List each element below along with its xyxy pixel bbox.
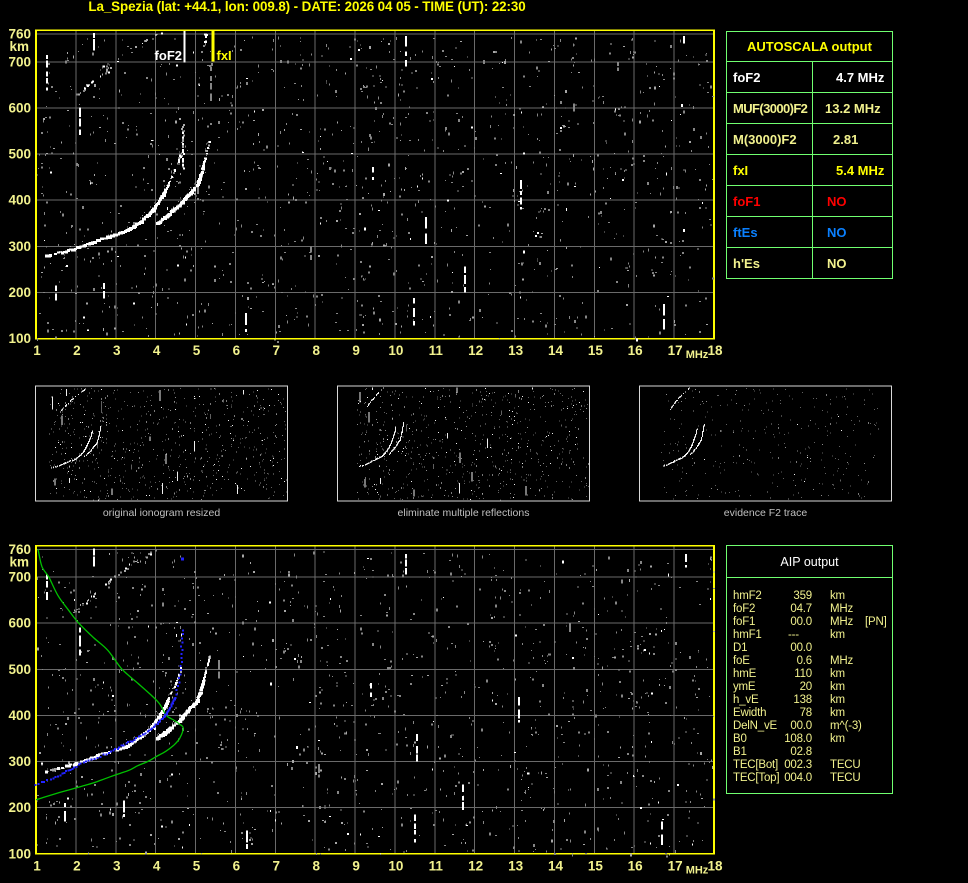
svg-text:7: 7 bbox=[273, 343, 281, 358]
svg-text:400: 400 bbox=[8, 708, 31, 723]
svg-text:11: 11 bbox=[429, 858, 444, 873]
svg-text:700: 700 bbox=[8, 54, 31, 69]
svg-text:13: 13 bbox=[508, 858, 524, 873]
svg-text:14: 14 bbox=[548, 858, 564, 873]
svg-text:100: 100 bbox=[8, 331, 31, 346]
svg-text:2: 2 bbox=[73, 343, 81, 358]
svg-text:12: 12 bbox=[468, 343, 483, 358]
svg-text:12: 12 bbox=[468, 858, 483, 873]
svg-text:2: 2 bbox=[73, 858, 81, 873]
svg-text:5: 5 bbox=[193, 343, 201, 358]
svg-text:15: 15 bbox=[588, 343, 604, 358]
svg-text:km: km bbox=[9, 39, 29, 54]
svg-text:13: 13 bbox=[508, 343, 524, 358]
svg-text:500: 500 bbox=[8, 147, 31, 162]
svg-text:17: 17 bbox=[668, 858, 683, 873]
svg-text:200: 200 bbox=[8, 800, 31, 815]
svg-text:11: 11 bbox=[429, 343, 444, 358]
svg-text:16: 16 bbox=[628, 343, 644, 358]
svg-text:4: 4 bbox=[153, 343, 161, 358]
svg-text:18: 18 bbox=[707, 858, 723, 873]
svg-text:6: 6 bbox=[233, 343, 241, 358]
svg-text:18: 18 bbox=[707, 343, 723, 358]
svg-text:6: 6 bbox=[233, 858, 241, 873]
svg-text:9: 9 bbox=[352, 858, 360, 873]
svg-text:7: 7 bbox=[273, 858, 281, 873]
svg-text:700: 700 bbox=[8, 570, 31, 585]
svg-text:15: 15 bbox=[588, 858, 604, 873]
svg-text:1: 1 bbox=[33, 343, 41, 358]
svg-text:300: 300 bbox=[8, 239, 31, 254]
svg-text:MHz: MHz bbox=[686, 864, 709, 876]
svg-text:16: 16 bbox=[628, 858, 644, 873]
svg-text:600: 600 bbox=[8, 616, 31, 631]
svg-text:400: 400 bbox=[8, 193, 31, 208]
svg-text:600: 600 bbox=[8, 100, 31, 115]
svg-text:foF2: foF2 bbox=[155, 48, 182, 63]
svg-text:10: 10 bbox=[388, 858, 403, 873]
svg-text:km: km bbox=[9, 554, 29, 569]
svg-text:5: 5 bbox=[193, 858, 201, 873]
svg-text:3: 3 bbox=[113, 343, 121, 358]
svg-text:300: 300 bbox=[8, 754, 31, 769]
svg-text:3: 3 bbox=[113, 858, 121, 873]
svg-text:MHz: MHz bbox=[686, 349, 709, 361]
svg-text:500: 500 bbox=[8, 662, 31, 677]
svg-text:100: 100 bbox=[8, 846, 31, 861]
svg-text:10: 10 bbox=[388, 343, 403, 358]
svg-text:200: 200 bbox=[8, 285, 31, 300]
svg-text:fxI: fxI bbox=[217, 48, 232, 63]
svg-text:8: 8 bbox=[312, 858, 320, 873]
svg-text:14: 14 bbox=[548, 343, 564, 358]
svg-text:17: 17 bbox=[668, 343, 683, 358]
svg-text:4: 4 bbox=[153, 858, 161, 873]
svg-text:1: 1 bbox=[33, 858, 41, 873]
svg-text:8: 8 bbox=[312, 343, 320, 358]
svg-text:9: 9 bbox=[352, 343, 360, 358]
